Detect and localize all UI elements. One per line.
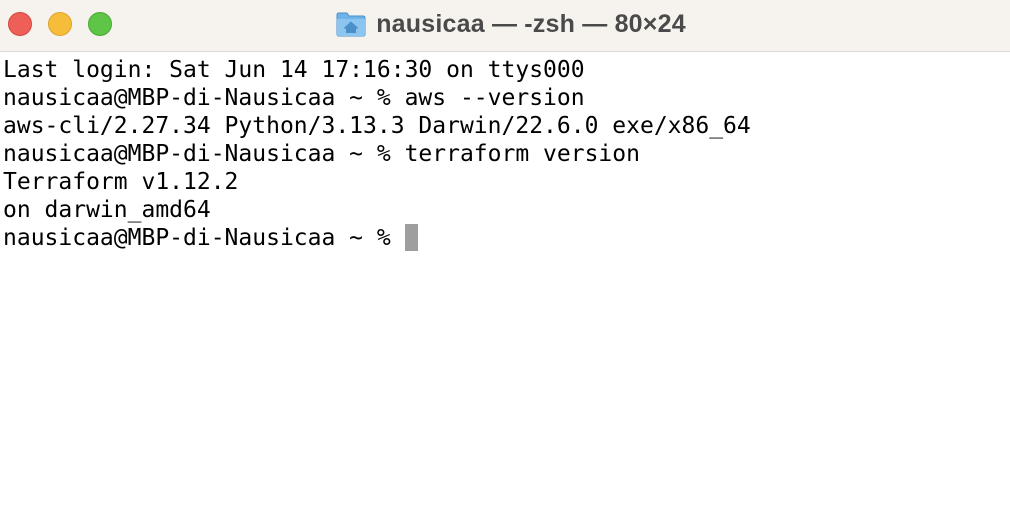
terminal-line: Terraform v1.12.2: [3, 169, 239, 195]
window-title: nausicaa — -zsh — 80×24: [376, 9, 686, 38]
terminal-line: nausicaa@MBP-di-Nausicaa ~ % aws --versi…: [3, 85, 585, 111]
terminal-output[interactable]: Last login: Sat Jun 14 17:16:30 on ttys0…: [0, 52, 1010, 512]
terminal-line: aws-cli/2.27.34 Python/3.13.3 Darwin/22.…: [3, 113, 751, 139]
terminal-line: Last login: Sat Jun 14 17:16:30 on ttys0…: [3, 57, 585, 83]
terminal-line: nausicaa@MBP-di-Nausicaa ~ % terraform v…: [3, 141, 640, 167]
folder-home-icon: [336, 12, 366, 37]
prompt-text: nausicaa@MBP-di-Nausicaa ~ %: [3, 225, 391, 251]
terminal-window: nausicaa — -zsh — 80×24 Last login: Sat …: [0, 0, 1010, 512]
prompt-line[interactable]: nausicaa@MBP-di-Nausicaa ~ %: [3, 224, 1010, 252]
terminal-line: on darwin_amd64: [3, 197, 211, 223]
window-title-group: nausicaa — -zsh — 80×24: [0, 0, 1010, 48]
text-cursor: [404, 224, 418, 251]
title-bar[interactable]: nausicaa — -zsh — 80×24: [0, 0, 1010, 52]
